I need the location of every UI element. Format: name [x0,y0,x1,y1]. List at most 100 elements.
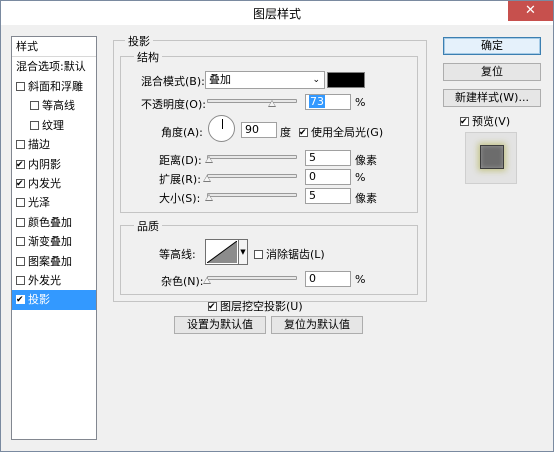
make-default-button[interactable]: 设置为默认值 [174,316,266,334]
style-item-label: 颜色叠加 [28,215,72,229]
distance-label: 距离(D): [159,154,202,167]
opacity-slider-thumb[interactable] [268,100,276,107]
contour-curve-icon [207,241,237,263]
style-item-label: 渐变叠加 [28,235,72,249]
style-item[interactable]: 光泽 [12,193,96,213]
opacity-input[interactable]: 73 [305,94,351,110]
spread-input[interactable]: 0 [305,169,351,185]
chevron-down-icon: ⌄ [312,75,320,85]
title-bar[interactable]: 图层样式 ✕ [1,1,553,25]
distance-input[interactable]: 5 [305,150,351,166]
style-item-label: 内阴影 [28,157,61,171]
shadow-color-swatch[interactable] [327,72,365,88]
noise-input[interactable]: 0 [305,271,351,287]
noise-slider[interactable] [207,276,297,280]
window-title: 图层样式 [252,7,301,21]
checkbox-icon [254,250,263,259]
contour-dropdown[interactable]: ▼ [239,239,248,265]
angle-label: 角度(A): [161,126,203,139]
style-item[interactable]: 渐变叠加 [12,232,96,252]
checkbox-icon[interactable] [16,217,25,227]
styles-header[interactable]: 样式 [12,37,96,57]
blend-mode-value: 叠加 [209,73,231,86]
layer-style-dialog: 图层样式 ✕ 样式 混合选项:默认 斜面和浮雕等高线纹理描边内阴影内发光光泽颜色… [0,0,554,452]
spread-unit: % [355,171,366,184]
reset-button[interactable]: 复位 [443,63,541,81]
style-preview [465,132,517,184]
blending-options-item[interactable]: 混合选项:默认 [12,57,96,77]
distance-slider[interactable] [207,155,297,159]
angle-dial[interactable] [208,115,235,142]
spread-slider-thumb[interactable] [203,175,211,182]
new-style-button[interactable]: 新建样式(W)... [443,89,541,107]
checkbox-icon[interactable] [16,256,25,266]
checkbox-icon[interactable] [16,276,25,285]
noise-label: 杂色(N): [161,275,204,288]
checkbox-icon[interactable] [30,120,39,130]
distance-slider-thumb[interactable] [205,156,213,163]
anti-alias-label: 消除锯齿(L) [266,248,325,261]
size-unit: 像素 [355,192,377,205]
style-item-label: 内发光 [28,177,61,190]
style-item[interactable]: 颜色叠加 [12,213,96,233]
size-input[interactable]: 5 [305,188,351,204]
caret-down-icon: ▼ [240,248,246,256]
style-item-label: 外发光 [28,274,61,287]
preview-checkbox[interactable]: 预览(V) [460,113,510,129]
noise-slider-thumb[interactable] [203,277,211,284]
quality-title: 品质 [134,218,162,234]
style-item[interactable]: 斜面和浮雕 [12,77,96,97]
contour-picker[interactable] [205,239,239,265]
noise-unit: % [355,273,366,286]
size-label: 大小(S): [159,192,201,205]
style-item[interactable]: 描边 [12,135,96,155]
checkbox-icon [460,117,469,126]
checkbox-icon[interactable] [16,198,25,208]
blend-mode-label: 混合模式(B): [141,75,205,88]
style-item[interactable]: 图案叠加 [12,252,96,272]
opacity-label: 不透明度(O): [141,98,206,111]
checkbox-icon[interactable] [16,140,25,150]
close-button[interactable]: ✕ [508,1,553,21]
style-item[interactable]: 内发光 [12,174,96,194]
checkbox-icon [299,128,308,137]
ok-button[interactable]: 确定 [443,37,541,55]
dialog-body: 样式 混合选项:默认 斜面和浮雕等高线纹理描边内阴影内发光光泽颜色叠加渐变叠加图… [1,25,553,451]
preview-swatch [480,145,504,169]
checkbox-icon[interactable] [16,295,25,305]
size-slider-thumb[interactable] [205,194,213,201]
distance-unit: 像素 [355,154,377,167]
knockout-label: 图层挖空投影(U) [220,300,303,313]
angle-input[interactable]: 90 [241,122,277,138]
style-item[interactable]: 内阴影 [12,155,96,175]
style-item-label: 纹理 [42,118,64,132]
checkbox-icon[interactable] [16,237,25,247]
checkbox-icon[interactable] [30,101,39,111]
spread-slider[interactable] [207,174,297,178]
opacity-slider[interactable] [207,99,297,103]
angle-unit: 度 [280,126,291,139]
knockout-checkbox[interactable]: 图层挖空投影(U) [208,298,303,314]
style-item[interactable]: 外发光 [12,271,96,291]
blend-mode-select[interactable]: 叠加 ⌄ [205,71,325,89]
styles-list: 样式 混合选项:默认 斜面和浮雕等高线纹理描边内阴影内发光光泽颜色叠加渐变叠加图… [11,36,97,440]
global-light-checkbox[interactable]: 使用全局光(G) [299,124,383,140]
anti-alias-checkbox[interactable]: 消除锯齿(L) [254,246,325,262]
style-item-label: 投影 [28,293,50,307]
style-item-label: 等高线 [42,99,75,113]
style-item[interactable]: 纹理 [12,116,96,136]
global-light-label: 使用全局光(G) [311,126,384,139]
reset-default-button[interactable]: 复位为默认值 [271,316,363,334]
checkbox-icon[interactable] [16,82,25,91]
drop-shadow-title: 投影 [125,33,153,49]
opacity-percent: % [355,96,366,109]
size-slider[interactable] [207,193,297,197]
style-item[interactable]: 等高线 [12,96,96,116]
preview-label: 预览(V) [472,115,511,128]
checkbox-icon [208,302,217,311]
checkbox-icon[interactable] [16,179,25,188]
checkbox-icon[interactable] [16,159,25,169]
style-item[interactable]: 投影 [12,290,96,311]
style-item-label: 光泽 [28,196,50,210]
style-item-label: 图案叠加 [28,254,72,268]
